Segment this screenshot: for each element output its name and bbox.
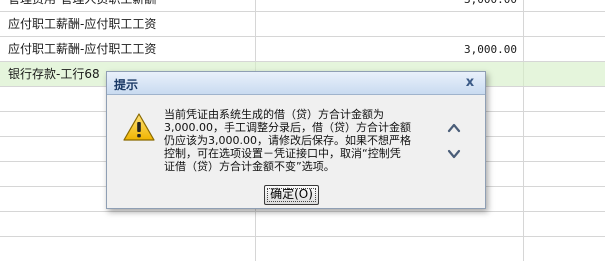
- prompt-dialog: 提示 x 当前凭证由系统生成的借（贷）方合计金额为 3,000.00，手工调整分…: [106, 71, 486, 209]
- row-description[interactable]: [0, 212, 256, 236]
- voucher-row[interactable]: [0, 237, 605, 261]
- row-debit[interactable]: [256, 237, 524, 261]
- row-credit[interactable]: [524, 87, 605, 111]
- row-credit[interactable]: [524, 237, 605, 261]
- row-credit[interactable]: [524, 0, 605, 11]
- message-line: 当前凭证由系统生成的借（贷）方合计金额为: [164, 108, 384, 121]
- message-line: 仍应该为3,000.00，请修改后保存。如果不想严格: [164, 134, 411, 147]
- chevron-down-icon[interactable]: [445, 146, 463, 162]
- row-credit[interactable]: [524, 62, 605, 86]
- close-icon[interactable]: x: [463, 75, 477, 91]
- row-debit[interactable]: [256, 212, 524, 236]
- row-debit[interactable]: 3,000.00: [256, 37, 524, 61]
- row-description[interactable]: 管理费用-管理人员职工薪酬: [0, 0, 256, 11]
- row-credit[interactable]: [524, 187, 605, 211]
- row-description[interactable]: [0, 237, 256, 261]
- dialog-title: 提示: [114, 78, 139, 92]
- row-credit[interactable]: [524, 162, 605, 186]
- voucher-row[interactable]: 应付职工薪酬-应付职工工资: [0, 12, 605, 37]
- voucher-row[interactable]: [0, 212, 605, 237]
- voucher-row[interactable]: 应付职工薪酬-应付职工工资 3,000.00: [0, 37, 605, 62]
- row-debit[interactable]: [256, 12, 524, 36]
- message-line: 3,000.00，手工调整分录后，借（贷）方合计金额: [164, 121, 411, 134]
- focus-ring: [267, 188, 316, 202]
- row-credit[interactable]: [524, 137, 605, 161]
- row-credit[interactable]: [524, 37, 605, 61]
- warning-icon: [122, 112, 156, 142]
- row-credit[interactable]: [524, 212, 605, 236]
- voucher-row[interactable]: 管理费用-管理人员职工薪酬 3,000.00: [0, 0, 605, 12]
- row-credit[interactable]: [524, 112, 605, 136]
- message-line: 证借（贷）方合计金额不变”选项。: [164, 160, 335, 173]
- message-scroller: [445, 112, 463, 178]
- message-line: 控制，可在选项设置－凭证接口中，取消“控制凭: [164, 147, 401, 160]
- ok-button[interactable]: 确定(O): [264, 185, 319, 205]
- chevron-up-icon[interactable]: [445, 120, 463, 136]
- dialog-titlebar[interactable]: 提示 x: [107, 72, 485, 95]
- row-debit[interactable]: 3,000.00: [256, 0, 524, 11]
- row-credit[interactable]: [524, 12, 605, 36]
- row-description[interactable]: 应付职工薪酬-应付职工工资: [0, 37, 256, 61]
- dialog-message: 当前凭证由系统生成的借（贷）方合计金额为 3,000.00，手工调整分录后，借（…: [164, 108, 436, 192]
- row-description[interactable]: 应付职工薪酬-应付职工工资: [0, 12, 256, 36]
